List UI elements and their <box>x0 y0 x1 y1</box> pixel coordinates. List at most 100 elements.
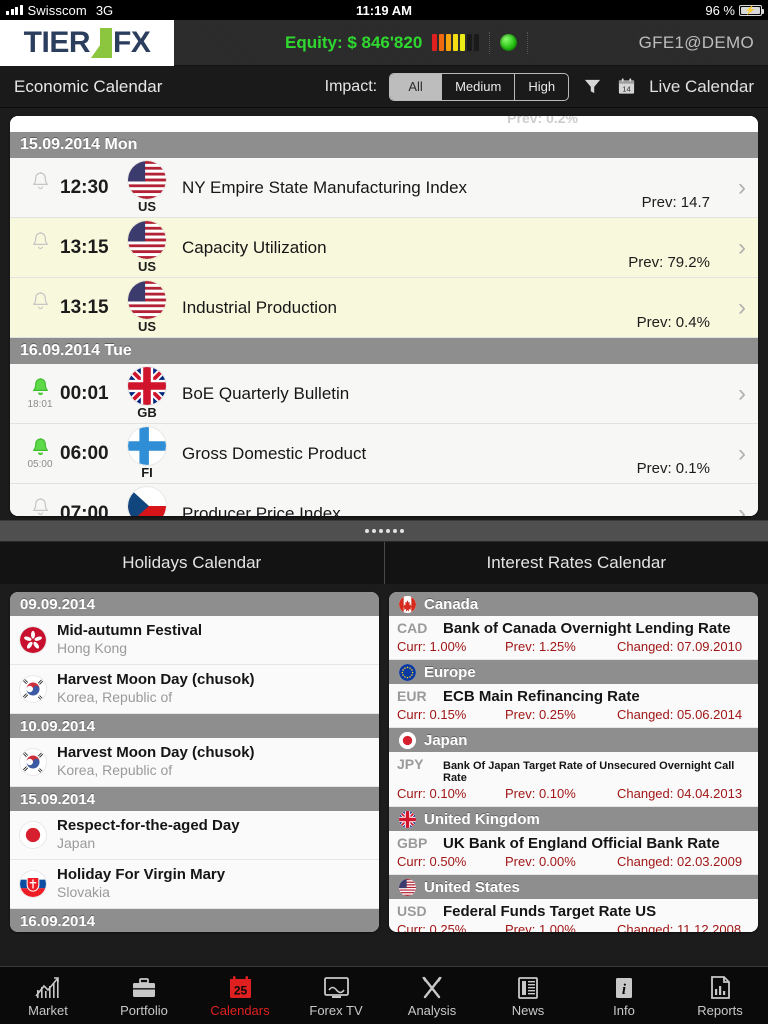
calendars-panels: 09.09.2014 Mid-autumn Festival Hong Kong Ha… <box>0 584 768 932</box>
drag-handle-icon[interactable] <box>364 529 404 533</box>
currency-code: CAD <box>397 620 428 636</box>
rate-previous: Prev: 0.00% <box>505 854 576 869</box>
rate-previous: Prev: 1.25% <box>505 639 576 654</box>
interest-rate-row[interactable]: USD Federal Funds Target Rate US Curr: 0.2… <box>389 899 758 932</box>
tab-forex-tv[interactable]: Forex TV <box>288 967 384 1024</box>
main-tab-bar[interactable]: Market Portfolio 25 Calendars Forex TV Analys… <box>0 966 768 1024</box>
equity-group: Equity: $ 846'820 <box>285 31 529 54</box>
impact-option-high[interactable]: High <box>515 74 568 100</box>
economic-event-row[interactable]: 12:30 US NY Empire State Manufacturing Ind… <box>10 158 758 218</box>
status-left: Swisscom 3G <box>6 3 113 18</box>
rate-changed-date: Changed: 11.12.2008 <box>617 922 742 932</box>
tab-label: Portfolio <box>120 1002 168 1018</box>
event-previous-value: Prev: 0.1% <box>636 460 710 477</box>
impact-option-medium[interactable]: Medium <box>442 73 516 100</box>
sub-tab-interest-rates[interactable]: Interest Rates Calendar <box>385 542 768 584</box>
alert-time-label: 05:00 <box>27 459 53 470</box>
page-title: Economic Calendar <box>14 76 163 96</box>
chevron-right-icon[interactable]: › <box>738 176 746 200</box>
interest-rate-row[interactable]: CAD Bank of Canada Overnight Lending Rate… <box>389 616 758 660</box>
newspaper-icon <box>516 974 540 1000</box>
interest-rate-row[interactable]: EUR ECB Main Refinancing Rate Curr: 0.15% P… <box>389 684 758 728</box>
tab-label: Calendars <box>210 1002 270 1018</box>
flag-sk <box>20 871 46 897</box>
panel-splitter[interactable] <box>0 520 768 542</box>
country-code: US <box>137 199 157 214</box>
bell-off-icon[interactable] <box>20 291 60 324</box>
holiday-name: Mid-autumn Festival <box>57 621 203 639</box>
tab-news[interactable]: News <box>480 967 576 1024</box>
tier1fx-logo: TIER FX <box>0 19 174 66</box>
holiday-row[interactable]: Harvest Moon Day (chusok) Korea, Republic… <box>10 738 379 787</box>
interest-rate-row[interactable]: GBP UK Bank of England Official Bank Rate… <box>389 831 758 875</box>
bell-off-icon[interactable] <box>20 231 60 264</box>
economic-event-row[interactable]: 18:01 00:01 GB BoE Quarterly Bulletin › <box>10 364 758 424</box>
rate-name: Bank Of Japan Target Rate of Unsecured O… <box>443 760 735 784</box>
date-header: 15.09.2014 Mon <box>10 132 758 158</box>
chevron-right-icon[interactable]: › <box>738 382 746 406</box>
status-right: 96 % ⚡ <box>705 3 764 18</box>
economic-event-row[interactable]: 13:15 US Capacity Utilization Prev: 79.2% › <box>10 218 758 278</box>
live-calendar-label[interactable]: Live Calendar <box>649 77 754 97</box>
calendar-14-icon[interactable]: 14 <box>615 76 637 98</box>
event-time: 00:01 <box>60 382 109 404</box>
alert-time-label: 18:01 <box>27 399 53 410</box>
flag-jp <box>399 731 416 749</box>
sub-tab-bar[interactable]: Holidays Calendar Interest Rates Calendar <box>0 542 768 584</box>
funnel-filter-icon[interactable] <box>581 76 603 98</box>
tab-analysis[interactable]: Analysis <box>384 967 480 1024</box>
economic-event-row[interactable]: 07:00CZProducer Price IndexPrev: 0.3%› <box>10 484 758 516</box>
logo-text-left: TIER <box>23 25 91 59</box>
tab-label: Reports <box>697 1002 743 1018</box>
rate-region-header: Europe <box>389 660 758 684</box>
holiday-row[interactable]: Respect-for-the-aged Day Japan <box>10 811 379 860</box>
country-code: FI <box>141 465 153 480</box>
holiday-row[interactable]: Mid-autumn Festival Hong Kong <box>10 616 379 665</box>
flag-ca <box>399 595 416 613</box>
tab-portfolio[interactable]: Portfolio <box>96 967 192 1024</box>
tab-label: News <box>511 1002 545 1018</box>
chart-up-icon <box>34 974 62 1000</box>
interest-rates-calendar-panel[interactable]: Canada CAD Bank of Canada Overnight Lendin… <box>389 592 758 932</box>
tab-info[interactable]: i Info <box>576 967 672 1024</box>
tools-cross-icon <box>419 974 445 1000</box>
holiday-row[interactable]: Harvest Moon Day (chusok) Korea, Republic… <box>10 665 379 714</box>
tab-market[interactable]: Market <box>0 967 96 1024</box>
impact-segmented-control[interactable]: All Medium High <box>389 72 570 101</box>
chevron-right-icon[interactable]: › <box>738 236 746 260</box>
impact-option-all[interactable]: All <box>390 73 443 100</box>
economic-calendar-list[interactable]: Prev: 0.2% 15.09.2014 Mon 12:30 US NY Empire… <box>10 116 758 516</box>
flag-kr <box>20 676 46 702</box>
sub-tab-holidays[interactable]: Holidays Calendar <box>0 542 385 584</box>
equity-value: Equity: $ 846'820 <box>285 32 423 52</box>
chevron-right-icon[interactable]: › <box>738 296 746 320</box>
bell-off-icon[interactable] <box>20 497 60 516</box>
flag-jp <box>20 822 46 848</box>
tab-label: Market <box>28 1002 68 1018</box>
economic-event-row[interactable]: 05:00 06:00 FI Gross Domestic Product Prev: … <box>10 424 758 484</box>
event-time: 13:15 <box>60 236 109 258</box>
chevron-right-icon[interactable]: › <box>738 502 746 517</box>
account-label[interactable]: GFE1@DEMO <box>639 33 754 53</box>
connection-quality-bars-icon <box>432 34 480 51</box>
bell-on-icon[interactable]: 18:01 <box>20 377 60 410</box>
currency-code: USD <box>397 903 427 919</box>
rate-region-header: United States <box>389 875 758 899</box>
bell-on-icon[interactable]: 05:00 <box>20 437 60 470</box>
tab-label: Analysis <box>407 1002 457 1018</box>
network-type-label: 3G <box>95 2 114 18</box>
interest-rate-row[interactable]: JPY Bank Of Japan Target Rate of Unsecure… <box>389 752 758 807</box>
currency-code: JPY <box>397 756 424 772</box>
battery-charging-icon: ⚡ <box>739 4 764 16</box>
tab-calendars[interactable]: 25 Calendars <box>192 967 288 1024</box>
rate-name: ECB Main Refinancing Rate <box>443 688 640 705</box>
holiday-row[interactable]: Holiday For Virgin Mary Slovakia <box>10 860 379 909</box>
rate-changed-date: Changed: 07.09.2010 <box>617 639 743 654</box>
chevron-right-icon[interactable]: › <box>738 442 746 466</box>
holidays-calendar-panel[interactable]: 09.09.2014 Mid-autumn Festival Hong Kong Ha… <box>10 592 379 932</box>
holiday-country: Slovakia <box>57 884 110 901</box>
bell-off-icon[interactable] <box>20 171 60 204</box>
economic-event-row[interactable]: 13:15 US Industrial Production Prev: 0.4% › <box>10 278 758 338</box>
country-code: US <box>137 259 157 274</box>
tab-reports[interactable]: Reports <box>672 967 768 1024</box>
